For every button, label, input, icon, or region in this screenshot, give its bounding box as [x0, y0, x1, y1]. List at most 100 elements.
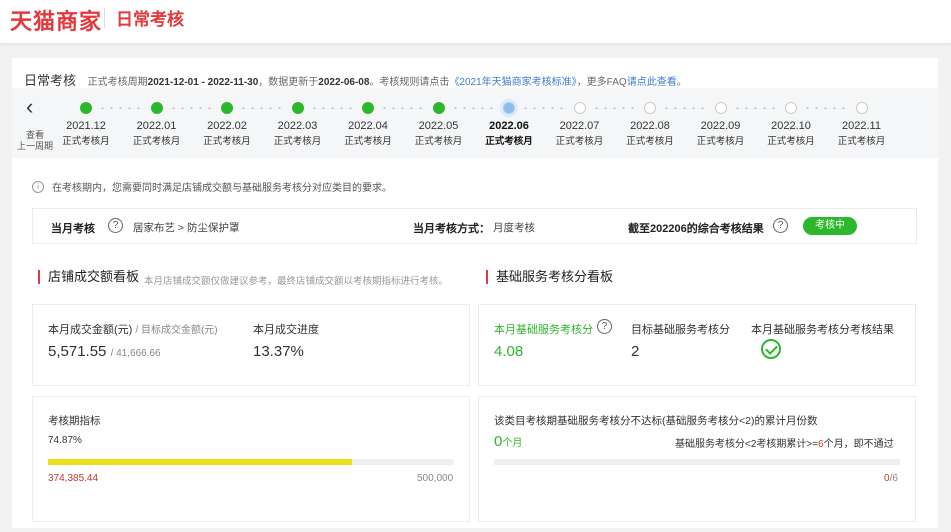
month-status: 正式考核月 [767, 136, 815, 147]
fail-months-label: 该类目考核期基础服务考核分不达标(基础服务考核分<2)的累计月份数 [494, 415, 818, 427]
fail-rule-text-2: 个月，即不通过 [823, 439, 894, 450]
service-month-card: 本月基础服务考核分 ? 4.08 目标基础服务考核分 2 本月基础服务考核分考核… [478, 304, 916, 386]
notice-text: 在考核期内，您需要同时满足店铺成交额与基础服务考核分对应类目的要求。 [52, 183, 392, 194]
timeline-month-2022-11[interactable]: 2022.11 正式考核月 [832, 102, 892, 147]
month-assess-label: 当月考核 [51, 223, 95, 235]
timeline-month-2022-08[interactable]: 2022.08 正式考核月 [620, 102, 680, 147]
timeline-month-2021-12[interactable]: 2021.12 正式考核月 [56, 102, 116, 147]
amount-number: 5,571.55 [48, 343, 107, 360]
month-date: 2022.06 [489, 120, 529, 132]
fail-months-value: 0个月 [494, 433, 522, 450]
month-status-dot [573, 102, 586, 114]
period-progress-bar [48, 459, 454, 465]
timeline-month-2022-03[interactable]: 2022.03 正式考核月 [268, 102, 328, 147]
service-score-value: 4.08 [494, 343, 524, 360]
amount-value: 5,571.55 / 41,666.66 [48, 343, 161, 360]
timeline-month-2022-01[interactable]: 2022.01 正式考核月 [127, 102, 187, 147]
month-status-dot [150, 102, 163, 114]
month-date: 2022.02 [207, 120, 247, 132]
section-title: 日常考核 [24, 73, 77, 88]
faq-prefix: ，更多FAQ [576, 77, 627, 88]
prev-cycle-label-2: 上一周期 [16, 141, 53, 151]
sales-board-subtitle: 本月店铺成交额仅做建议参考，最终店铺成交额以考核期指标进行考核。 [144, 276, 449, 287]
month-status-dot [221, 102, 233, 114]
month-status: 正式考核月 [555, 136, 604, 147]
month-date: 2022.03 [277, 120, 318, 132]
month-status-dot [362, 102, 374, 114]
sales-month-card: 本月成交金额(元) / 目标成交金额(元) 5,571.55 / 41,666.… [32, 304, 470, 386]
month-status-dot [503, 102, 515, 114]
notice: i 在考核期内，您需要同时满足店铺成交额与基础服务考核分对应类目的要求。 [32, 179, 392, 194]
help-icon[interactable]: ? [597, 319, 612, 334]
progress-value: 13.37% [253, 343, 304, 360]
target-number: / 41,666.66 [110, 348, 161, 359]
month-status: 正式考核月 [626, 136, 674, 147]
updated-value: 2022-06-08 [318, 77, 370, 88]
fail-ratio-total: /6 [889, 473, 898, 484]
service-score-label: 本月基础服务考核分 [494, 324, 593, 336]
timeline-month-2022-06[interactable]: 2022.06 正式考核月 [479, 102, 539, 147]
month-status: 正式考核月 [344, 136, 392, 147]
period-target-value: 500,000 [417, 473, 454, 484]
sales-period-card: 考核期指标 74.87% 374,385.44 500,000 [32, 396, 470, 522]
info-icon: i [32, 180, 44, 193]
month-status-dot [80, 102, 92, 114]
period-percent: 74.87% [48, 435, 82, 446]
fail-rule-text-1: 基础服务考核分<2考核期累计>= [675, 439, 819, 450]
amount-label-text: 本月成交金额(元) [48, 324, 133, 336]
period-current-value: 374,385.44 [48, 473, 99, 484]
fail-ratio: 0/6 [884, 473, 898, 484]
fail-progress-bar [494, 459, 900, 465]
timeline-month-2022-05[interactable]: 2022.05 正式考核月 [409, 102, 469, 147]
prev-cycle-label-1: 查看 [25, 130, 44, 140]
period-progress-fill [48, 459, 352, 465]
timeline-month-2022-09[interactable]: 2022.09 正式考核月 [691, 102, 751, 147]
service-result-label: 本月基础服务考核分考核结果 [751, 324, 894, 336]
timeline-month-2022-04[interactable]: 2022.04 正式考核月 [338, 102, 398, 147]
summary-desc: 正式考核周期2021-12-01 - 2022-11-30，数据更新于2022-… [88, 77, 687, 88]
help-icon[interactable]: ? [108, 218, 123, 233]
service-board-title: 基础服务考核分看板 [486, 270, 613, 284]
month-timeline: ‹ 查看 上一周期 2021.12 正式考核月 2022.01 正式考核月 2022.0… [12, 88, 938, 158]
rule-link[interactable]: 《2021年天猫商家考核标准》 [449, 77, 576, 88]
faq-link[interactable]: 请点此查看 [627, 77, 677, 88]
month-date: 2022.10 [771, 120, 811, 132]
month-date: 2021.12 [66, 120, 106, 132]
service-target-value: 2 [631, 343, 640, 360]
period-prefix: 正式考核周期 [87, 77, 148, 88]
month-status: 正式考核月 [696, 136, 745, 147]
prev-cycle-button[interactable]: 查看 上一周期 [16, 130, 54, 152]
target-label-text: / 目标成交金额(元) [135, 325, 218, 336]
service-period-card: 该类目考核期基础服务考核分不达标(基础服务考核分<2)的累计月份数 0个月 基础… [478, 396, 916, 522]
status-badge: 考核中 [803, 217, 857, 235]
timeline-month-2022-02[interactable]: 2022.02 正式考核月 [197, 102, 257, 147]
month-date: 2022.11 [842, 120, 881, 132]
chevron-left-icon[interactable]: ‹ [26, 96, 44, 120]
rule-prefix: 。考核规则请点击 [369, 77, 450, 88]
timeline-month-2022-07[interactable]: 2022.07 正式考核月 [550, 102, 610, 147]
help-icon[interactable]: ? [773, 218, 788, 233]
month-status: 正式考核月 [62, 136, 110, 147]
logo-divider [104, 8, 105, 28]
month-date: 2022.09 [700, 120, 741, 132]
month-date: 2022.04 [348, 120, 388, 132]
service-target-label: 目标基础服务考核分 [631, 324, 730, 336]
category-value: 居家布艺 > 防尘保护罩 [133, 222, 240, 234]
page-title: 日常考核 [116, 10, 184, 29]
month-date: 2022.08 [630, 120, 670, 132]
timeline-month-2022-10[interactable]: 2022.10 正式考核月 [761, 102, 821, 147]
result-label: 截至202206的综合考核结果 [628, 223, 764, 235]
month-status: 正式考核月 [273, 136, 322, 147]
month-date: 2022.05 [418, 120, 459, 132]
assessment-bar: 当月考核 ? 居家布艺 > 防尘保护罩 当月考核方式： 月度考核 截至20220… [32, 208, 917, 244]
month-date: 2022.01 [136, 120, 177, 132]
faq-suffix: 。 [676, 77, 687, 88]
month-status-dot [855, 102, 868, 114]
month-status: 正式考核月 [837, 136, 886, 147]
progress-label: 本月成交进度 [253, 324, 319, 336]
month-status: 正式考核月 [203, 136, 251, 147]
month-status: 正式考核月 [414, 136, 463, 147]
tmall-logo[interactable]: 天猫商家 [10, 4, 102, 36]
method-value: 月度考核 [493, 222, 535, 234]
sales-board-title: 店铺成交额看板 [38, 270, 139, 284]
